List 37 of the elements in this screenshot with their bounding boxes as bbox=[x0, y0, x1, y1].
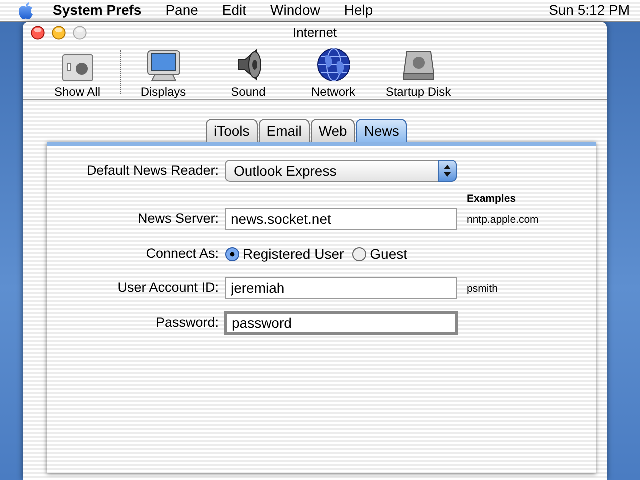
globe-icon bbox=[316, 48, 350, 82]
minimize-button[interactable] bbox=[52, 26, 66, 40]
menu-item[interactable]: Edit bbox=[222, 0, 247, 21]
menu-item[interactable]: Help bbox=[344, 0, 374, 21]
apple-icon[interactable] bbox=[18, 2, 34, 20]
toolbar-button[interactable]: Startup Disk bbox=[376, 44, 461, 99]
field-label: User Account ID: bbox=[116, 278, 220, 297]
window-title: Internet bbox=[292, 24, 338, 42]
popup-button[interactable]: Outlook Express bbox=[225, 160, 457, 182]
toolbar-button[interactable]: Network bbox=[291, 44, 376, 99]
example-text: nntp.apple.com bbox=[466, 214, 539, 226]
text-field[interactable]: password bbox=[224, 310, 458, 335]
menu-item[interactable]: Window bbox=[270, 0, 320, 21]
menu-clock[interactable]: Sun 5:12 PM bbox=[549, 0, 630, 21]
tab[interactable]: iTools bbox=[206, 119, 258, 142]
menu-title[interactable]: System Prefs bbox=[53, 0, 142, 21]
up-down-arrows-icon bbox=[444, 165, 451, 177]
tab[interactable]: News bbox=[356, 119, 408, 142]
text-field[interactable]: news.socket.net bbox=[225, 208, 457, 230]
examples-heading: Examples bbox=[466, 193, 516, 205]
close-button[interactable] bbox=[31, 26, 45, 40]
field-label: News Server: bbox=[136, 210, 220, 228]
toolbar-button[interactable]: Sound bbox=[206, 44, 291, 99]
monitor-icon bbox=[146, 50, 180, 82]
example-text: psmith bbox=[466, 282, 498, 295]
field-label: Connect As: bbox=[145, 245, 220, 264]
menu-item[interactable]: Pane bbox=[166, 0, 198, 21]
tab[interactable]: Web bbox=[310, 119, 356, 142]
field-label: Password: bbox=[154, 314, 220, 332]
radio-button[interactable]: Registered User bbox=[225, 244, 344, 265]
text-field[interactable]: jeremiah bbox=[225, 276, 457, 299]
toolbar-button[interactable]: Displays bbox=[121, 44, 206, 99]
panel-icon bbox=[62, 54, 94, 82]
toolbar-button[interactable]: Show All bbox=[35, 44, 120, 99]
tab[interactable]: Email bbox=[258, 119, 310, 142]
radio-button[interactable]: Guest bbox=[352, 244, 408, 265]
field-label: Default News Reader: bbox=[86, 162, 220, 180]
